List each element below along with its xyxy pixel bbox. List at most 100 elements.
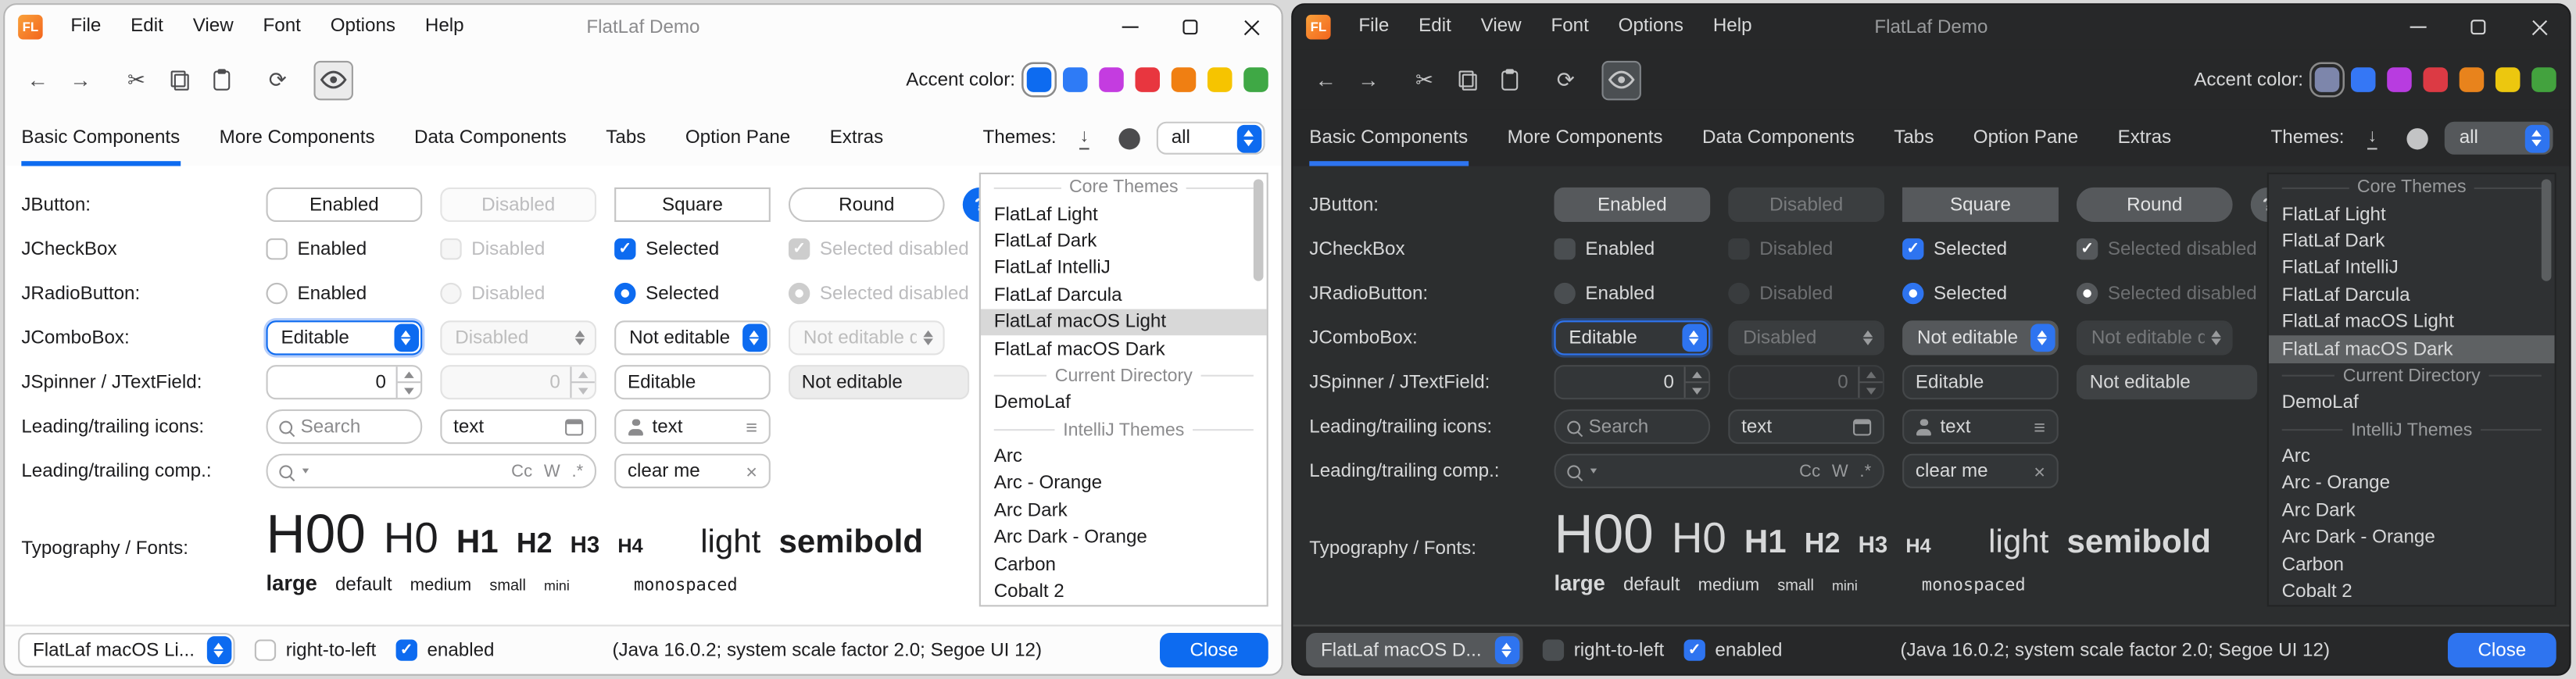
- theme-item[interactable]: FlatLaf macOS Dark: [981, 336, 1267, 363]
- right-to-left-checkbox[interactable]: right-to-left: [1543, 639, 1664, 660]
- enabled-checkbox[interactable]: enabled: [1683, 639, 1782, 660]
- accent-swatch-blue[interactable]: [2351, 67, 2376, 92]
- theme-item[interactable]: FlatLaf IntelliJ: [2269, 255, 2555, 281]
- forward-button[interactable]: →: [61, 60, 100, 99]
- not-editable-combobox[interactable]: Not editable: [1902, 320, 2059, 355]
- theme-item[interactable]: FlatLaf Dark: [2269, 228, 2555, 255]
- user-field[interactable]: text≡: [1902, 409, 2059, 444]
- right-to-left-checkbox[interactable]: right-to-left: [255, 639, 376, 660]
- checkbox-selected[interactable]: Selected: [1902, 238, 2059, 259]
- list-icon[interactable]: ≡: [2034, 416, 2045, 436]
- enabled-button[interactable]: Enabled: [1554, 188, 1710, 222]
- menu-help[interactable]: Help: [410, 5, 479, 49]
- minimize-button[interactable]: [2387, 5, 2448, 49]
- titlebar[interactable]: FL File Edit View Font Options Help Flat…: [5, 5, 1281, 49]
- checkbox-selected-disabled[interactable]: Selected disabled: [2077, 238, 2267, 259]
- minimize-button[interactable]: [1099, 5, 1160, 49]
- calendar-icon[interactable]: [565, 418, 583, 434]
- theme-item[interactable]: FlatLaf macOS Light: [981, 309, 1267, 335]
- download-themes-button[interactable]: ↓: [2356, 122, 2388, 155]
- show-hidden-toggle-button[interactable]: [1601, 60, 1640, 99]
- accent-swatch-red[interactable]: [1135, 67, 1160, 92]
- close-button[interactable]: Close: [2448, 633, 2556, 667]
- accent-swatch-orange[interactable]: [2460, 67, 2485, 92]
- copy-button[interactable]: [1447, 60, 1487, 99]
- accent-swatch-orange[interactable]: [1172, 67, 1197, 92]
- menu-font[interactable]: Font: [1537, 5, 1604, 49]
- not-editable-textfield[interactable]: Not editable: [789, 365, 969, 399]
- help-button[interactable]: ?: [963, 188, 979, 222]
- disabled-button[interactable]: Disabled: [440, 188, 596, 222]
- theme-item[interactable]: FlatLaf Darcula: [981, 282, 1267, 309]
- radio-selected-disabled[interactable]: Selected disabled: [789, 283, 979, 304]
- not-editable-disabled-combobox[interactable]: Not editable dis...: [2077, 320, 2233, 355]
- tab-option-pane[interactable]: Option Pane: [685, 110, 790, 166]
- theme-item[interactable]: Arc Dark: [981, 498, 1267, 524]
- accent-swatch-default[interactable]: [1027, 67, 1052, 92]
- search-with-options-field[interactable]: Cc W .*: [267, 454, 597, 488]
- themes-filter-combo[interactable]: all: [2445, 122, 2553, 155]
- editable-textfield[interactable]: Editable: [1902, 365, 2059, 399]
- search-options-arrow-icon[interactable]: [302, 469, 309, 474]
- checkbox-enabled[interactable]: Enabled: [267, 238, 423, 259]
- checkbox-selected[interactable]: Selected: [614, 238, 771, 259]
- cut-button[interactable]: ✂: [116, 60, 156, 99]
- date-field[interactable]: text: [1728, 409, 1884, 444]
- theme-item[interactable]: Carbon: [2269, 552, 2555, 578]
- regex-button[interactable]: .*: [571, 461, 583, 481]
- radio-selected[interactable]: Selected: [1902, 283, 2059, 304]
- paste-button[interactable]: [202, 60, 242, 99]
- theme-item[interactable]: Carbon: [981, 552, 1267, 578]
- accent-swatch-default[interactable]: [2315, 67, 2340, 92]
- themes-list[interactable]: Core Themes FlatLaf Light FlatLaf Dark F…: [2267, 173, 2556, 606]
- whole-word-button[interactable]: W: [544, 461, 560, 481]
- github-button[interactable]: [2400, 122, 2433, 155]
- theme-item[interactable]: FlatLaf Light: [981, 202, 1267, 228]
- date-field[interactable]: text: [440, 409, 596, 444]
- maximize-button[interactable]: [1160, 5, 1221, 49]
- tab-extras[interactable]: Extras: [2118, 110, 2172, 166]
- tab-option-pane[interactable]: Option Pane: [1973, 110, 2078, 166]
- radio-selected-disabled[interactable]: Selected disabled: [2077, 283, 2267, 304]
- github-button[interactable]: [1112, 122, 1145, 155]
- editable-textfield[interactable]: Editable: [614, 365, 771, 399]
- theme-item[interactable]: Cobalt 2: [981, 578, 1267, 605]
- titlebar[interactable]: FL File Edit View Font Options Help Flat…: [1293, 5, 2569, 49]
- cut-button[interactable]: ✂: [1404, 60, 1444, 99]
- theme-item[interactable]: FlatLaf macOS Dark: [2269, 336, 2555, 363]
- forward-button[interactable]: →: [1349, 60, 1388, 99]
- refresh-button[interactable]: ⟳: [1546, 60, 1585, 99]
- spinner-disabled[interactable]: 0: [1728, 365, 1884, 399]
- accent-swatch-magenta[interactable]: [1099, 67, 1124, 92]
- menu-help[interactable]: Help: [1698, 5, 1767, 49]
- accent-swatch-magenta[interactable]: [2387, 67, 2412, 92]
- menu-font[interactable]: Font: [249, 5, 316, 49]
- clearable-field[interactable]: clear me×: [1902, 454, 2059, 488]
- theme-item[interactable]: DemoLaf: [2269, 390, 2555, 416]
- square-button[interactable]: Square: [614, 188, 771, 222]
- not-editable-combobox[interactable]: Not editable: [614, 320, 771, 355]
- menu-edit[interactable]: Edit: [116, 5, 178, 49]
- scrollbar-thumb[interactable]: [1254, 179, 1264, 281]
- close-window-button[interactable]: [1221, 5, 1282, 49]
- maximize-button[interactable]: [2448, 5, 2509, 49]
- whole-word-button[interactable]: W: [1832, 461, 1848, 481]
- show-hidden-toggle-button[interactable]: [313, 60, 352, 99]
- theme-item[interactable]: Arc Dark - Orange: [2269, 524, 2555, 551]
- theme-item[interactable]: FlatLaf macOS Light: [2269, 309, 2555, 335]
- theme-item[interactable]: FlatLaf IntelliJ: [981, 255, 1267, 281]
- theme-item[interactable]: Arc Dark - Orange: [981, 524, 1267, 551]
- close-window-button[interactable]: [2509, 5, 2570, 49]
- spinner-disabled[interactable]: 0: [440, 365, 596, 399]
- accent-swatch-green[interactable]: [1243, 67, 1268, 92]
- match-case-button[interactable]: Cc: [511, 461, 532, 481]
- theme-item[interactable]: Arc - Orange: [981, 470, 1267, 497]
- square-button[interactable]: Square: [1902, 188, 2059, 222]
- radio-disabled[interactable]: Disabled: [1728, 283, 1884, 304]
- close-button[interactable]: Close: [1160, 633, 1268, 667]
- not-editable-textfield[interactable]: Not editable: [2077, 365, 2257, 399]
- theme-item[interactable]: FlatLaf Dark: [981, 228, 1267, 255]
- disabled-combobox[interactable]: Disabled: [440, 320, 596, 355]
- menu-view[interactable]: View: [1466, 5, 1537, 49]
- theme-item[interactable]: Arc - Orange: [2269, 470, 2555, 497]
